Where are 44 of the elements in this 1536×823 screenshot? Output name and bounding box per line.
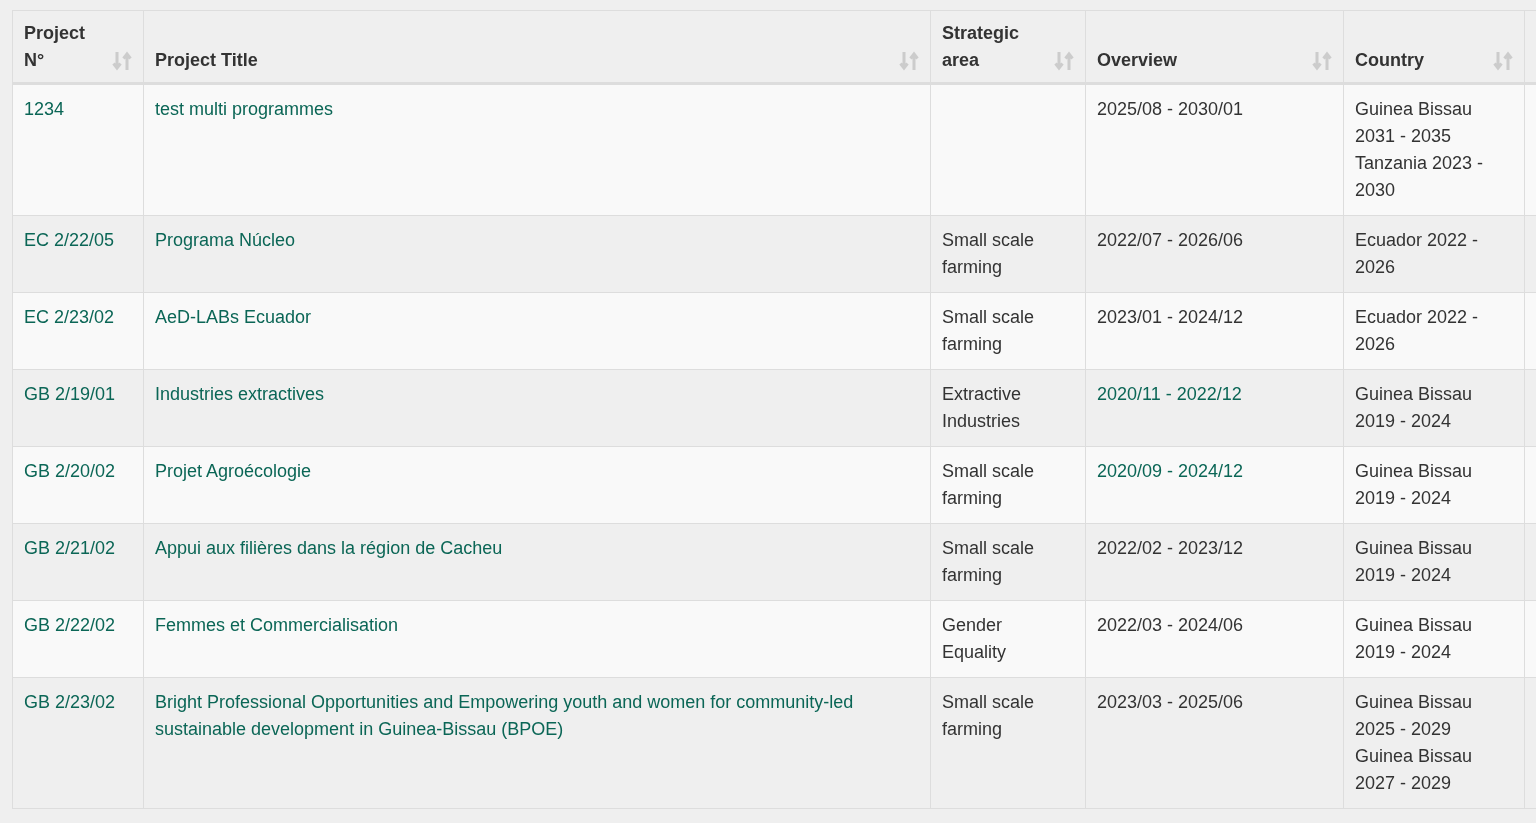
project-number-link[interactable]: GB 2/20/02 xyxy=(24,461,116,481)
project-number-link[interactable]: GB 2/21/02 xyxy=(24,538,116,558)
project-number-link[interactable]: GB 2/22/02 xyxy=(24,615,116,635)
strategic-area-text: Gender Equality xyxy=(942,615,1007,662)
overview-link[interactable]: 2020/09 - 2024/12 xyxy=(1097,461,1244,481)
strategic-area-text: Small scale farming xyxy=(942,307,1035,354)
country-text: Guinea Bissau 2019 - 2024 xyxy=(1355,614,1474,664)
country-text: Guinea Bissau 2025 - 2029 xyxy=(1355,691,1474,741)
column-header[interactable]: Project N° xyxy=(12,10,144,84)
country-text: Ecuador 2022 - 2026 xyxy=(1355,229,1480,279)
sort-icon[interactable] xyxy=(899,50,919,72)
project-title-link[interactable]: test multi programmes xyxy=(155,96,919,123)
project-number-link[interactable]: EC 2/22/05 xyxy=(24,230,115,250)
column-header[interactable]: Country xyxy=(1343,10,1525,84)
project-number-link[interactable]: GB 2/23/02 xyxy=(24,692,116,712)
overview-link[interactable]: 2020/11 - 2022/12 xyxy=(1097,384,1242,404)
strategic-area-text: Small scale farming xyxy=(942,538,1035,585)
strategic-area-text: Small scale farming xyxy=(942,461,1035,508)
project-number-link[interactable]: GB 2/19/01 xyxy=(24,384,116,404)
column-header[interactable]: Project Title xyxy=(143,10,931,84)
country-text: Guinea Bissau 2019 - 2024 xyxy=(1355,383,1474,433)
overview-text: 2025/08 - 2030/01 xyxy=(1097,99,1244,119)
sort-icon[interactable] xyxy=(1312,50,1332,72)
sort-icon[interactable] xyxy=(112,50,132,72)
overview-text: 2022/03 - 2024/06 xyxy=(1097,615,1244,635)
overview-text: 2023/03 - 2025/06 xyxy=(1097,692,1244,712)
country-text: Guinea Bissau 2019 - 2024 xyxy=(1355,537,1474,587)
sort-icon[interactable] xyxy=(1493,50,1513,72)
country-text: Guinea Bissau 2031 - 2035 xyxy=(1355,98,1474,148)
country-text: Tanzania 2023 - 2030 xyxy=(1355,152,1485,202)
sort-icon[interactable] xyxy=(1054,50,1074,72)
project-number-link[interactable]: EC 2/23/02 xyxy=(24,307,115,327)
country-text: Guinea Bissau 2027 - 2029 xyxy=(1355,745,1474,795)
strategic-area-text: Small scale farming xyxy=(942,692,1035,739)
strategic-area-text: Small scale farming xyxy=(942,230,1035,277)
overview-text: 2023/01 - 2024/12 xyxy=(1097,307,1244,327)
country-text: Guinea Bissau 2019 - 2024 xyxy=(1355,460,1474,510)
column-header[interactable]: Strategic area xyxy=(930,10,1086,84)
project-number-link[interactable]: 1234 xyxy=(24,99,65,119)
overview-text: 2022/07 - 2026/06 xyxy=(1097,230,1244,250)
strategic-area-text: Extractive Industries xyxy=(942,384,1022,431)
overview-text: 2022/02 - 2023/12 xyxy=(1097,538,1244,558)
country-text: Ecuador 2022 - 2026 xyxy=(1355,306,1480,356)
column-header[interactable]: Overview xyxy=(1085,10,1344,84)
